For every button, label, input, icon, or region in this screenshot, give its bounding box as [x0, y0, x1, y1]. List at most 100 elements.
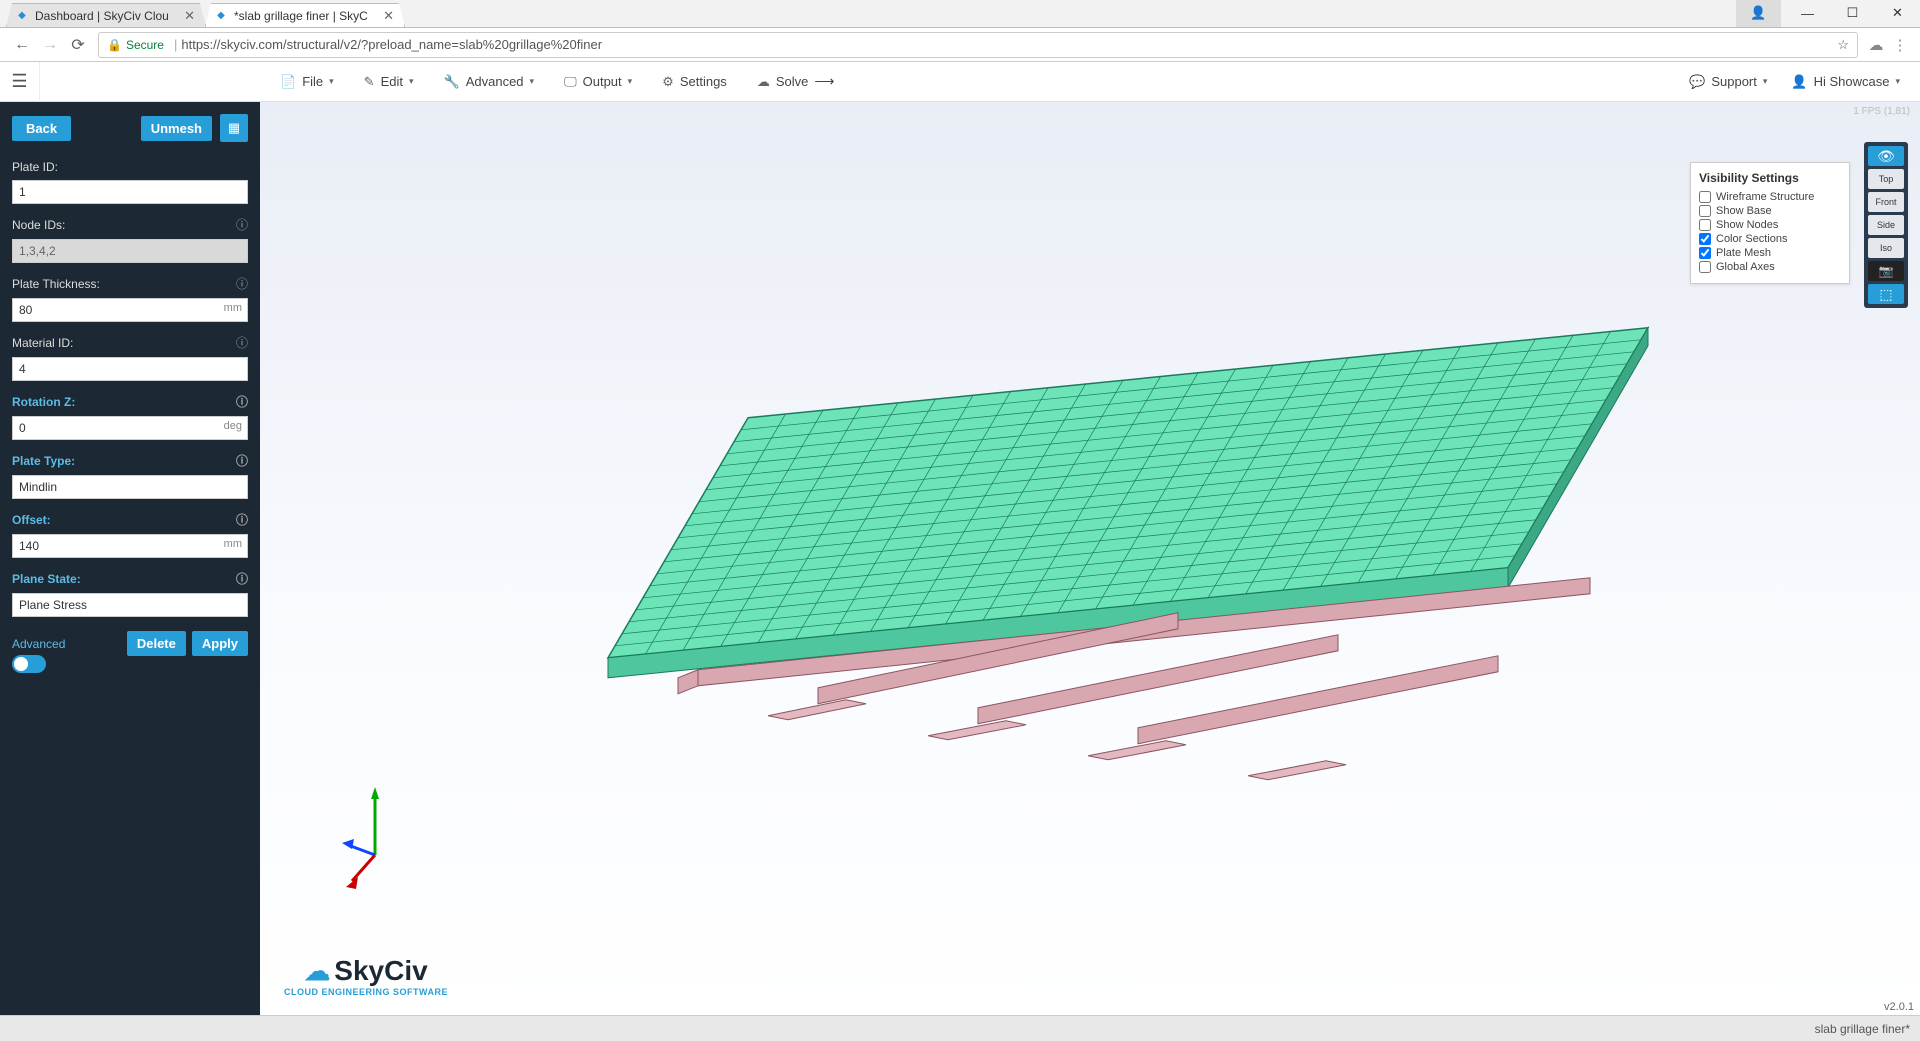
- reload-icon[interactable]: ⟳: [64, 31, 92, 59]
- filename-label: slab grillage finer*: [1815, 1022, 1910, 1036]
- axes-gizmo: [340, 785, 410, 895]
- hamburger-icon[interactable]: ☰: [0, 62, 40, 102]
- visibility-title: Visibility Settings: [1699, 171, 1841, 185]
- close-window-icon[interactable]: ✕: [1875, 0, 1920, 27]
- plate-id-select[interactable]: 1: [12, 180, 248, 204]
- brand-text: SkyCiv: [334, 955, 427, 987]
- cloud-icon: ☁: [757, 74, 770, 90]
- plane-state-label: Plane State:ⓘ: [12, 570, 248, 587]
- url-input[interactable]: 🔒 Secure | https://skyciv.com/structural…: [98, 32, 1858, 58]
- close-icon[interactable]: ✕: [381, 8, 396, 24]
- info-icon[interactable]: ⓘ: [236, 570, 248, 587]
- offset-input[interactable]: [12, 534, 248, 558]
- monitor-icon: 🖵: [564, 74, 577, 90]
- menu-file[interactable]: 📄File▾: [280, 73, 334, 90]
- advanced-toggle[interactable]: [12, 655, 46, 673]
- menu-support[interactable]: 💬Support▾: [1689, 74, 1767, 90]
- menu-edit[interactable]: ✎Edit▾: [364, 73, 414, 90]
- arrow-right-icon: ⟶: [814, 73, 834, 90]
- extension-icon[interactable]: ☁: [1864, 33, 1888, 57]
- menu-solve[interactable]: ☁Solve⟶: [757, 73, 835, 90]
- viewport[interactable]: 1 FPS (1,81): [260, 102, 1920, 1015]
- apply-button[interactable]: Apply: [192, 631, 248, 656]
- url-text: https://skyciv.com/structural/v2/?preloa…: [181, 37, 602, 52]
- checkbox[interactable]: [1699, 219, 1711, 231]
- forward-icon[interactable]: →: [36, 31, 64, 59]
- unit-label: mm: [224, 538, 242, 550]
- view-front[interactable]: Front: [1868, 192, 1904, 212]
- menu-user[interactable]: 👤Hi Showcase▾: [1791, 74, 1900, 90]
- checkbox[interactable]: [1699, 247, 1711, 259]
- grid-icon[interactable]: ▦: [220, 114, 248, 142]
- plane-state-select[interactable]: Plane Stress: [12, 593, 248, 617]
- info-icon[interactable]: ⓘ: [236, 511, 248, 528]
- menu-output[interactable]: 🖵Output▾: [564, 73, 632, 90]
- model-render: [538, 267, 1688, 787]
- sidebar: Back Unmesh ▦ Plate ID: 1 Node IDs:ⓘ Pla…: [0, 102, 260, 1015]
- checkbox[interactable]: [1699, 205, 1711, 217]
- back-button[interactable]: Back: [12, 116, 71, 141]
- menu-dots-icon[interactable]: ⋮: [1888, 33, 1912, 57]
- unmesh-button[interactable]: Unmesh: [141, 116, 212, 141]
- material-input[interactable]: [12, 357, 248, 381]
- tab-title: *slab grillage finer | SkyC: [234, 9, 368, 23]
- cloud-icon: ☁: [304, 956, 330, 987]
- camera-icon[interactable]: 📷: [1868, 261, 1904, 281]
- star-icon[interactable]: ☆: [1837, 37, 1849, 53]
- rotation-input[interactable]: [12, 416, 248, 440]
- menu-advanced[interactable]: 🔧Advanced▾: [444, 73, 535, 90]
- eye-icon[interactable]: 👁: [1868, 146, 1904, 166]
- visibility-item[interactable]: Color Sections: [1699, 233, 1841, 245]
- gear-icon: ⚙: [662, 74, 674, 90]
- advanced-link[interactable]: Advanced: [12, 637, 65, 651]
- chevron-down-icon: ▾: [409, 76, 414, 87]
- visibility-label: Show Nodes: [1716, 219, 1778, 231]
- view-side[interactable]: Side: [1868, 215, 1904, 235]
- info-icon[interactable]: ⓘ: [236, 452, 248, 469]
- checkbox[interactable]: [1699, 233, 1711, 245]
- info-icon[interactable]: ⓘ: [236, 275, 248, 292]
- view-top[interactable]: Top: [1868, 169, 1904, 189]
- user-icon: 👤: [1791, 74, 1807, 90]
- checkbox[interactable]: [1699, 261, 1711, 273]
- main-area: Back Unmesh ▦ Plate ID: 1 Node IDs:ⓘ Pla…: [0, 102, 1920, 1015]
- visibility-label: Wireframe Structure: [1716, 191, 1814, 203]
- visibility-item[interactable]: Global Axes: [1699, 261, 1841, 273]
- favicon-icon: ◆: [15, 9, 29, 23]
- back-icon[interactable]: ←: [8, 31, 36, 59]
- visibility-item[interactable]: Show Nodes: [1699, 219, 1841, 231]
- logo-tagline: CLOUD ENGINEERING SOFTWARE: [284, 987, 448, 997]
- thickness-input[interactable]: [12, 298, 248, 322]
- node-ids-label: Node IDs:ⓘ: [12, 216, 248, 233]
- cube-icon[interactable]: ⬚: [1868, 284, 1904, 304]
- chevron-down-icon: ▾: [530, 76, 535, 87]
- unit-label: deg: [224, 420, 242, 432]
- info-icon[interactable]: ⓘ: [236, 216, 248, 233]
- maximize-icon[interactable]: ☐: [1830, 0, 1875, 27]
- unit-label: mm: [224, 302, 242, 314]
- minimize-icon[interactable]: —: [1785, 0, 1830, 27]
- visibility-label: Color Sections: [1716, 233, 1788, 245]
- plate-id-label: Plate ID:: [12, 160, 248, 174]
- plate-type-select[interactable]: Mindlin: [12, 475, 248, 499]
- visibility-panel: Visibility Settings Wireframe Structure S…: [1690, 162, 1850, 284]
- close-icon[interactable]: ✕: [182, 8, 197, 24]
- visibility-item[interactable]: Wireframe Structure: [1699, 191, 1841, 203]
- chat-icon: 💬: [1689, 74, 1705, 90]
- visibility-item[interactable]: Show Base: [1699, 205, 1841, 217]
- user-icon[interactable]: 👤: [1736, 0, 1781, 27]
- view-buttons: 👁 Top Front Side Iso 📷 ⬚: [1864, 142, 1908, 308]
- browser-tab[interactable]: ◆ Dashboard | SkyCiv Clou ✕: [6, 3, 206, 27]
- app-toolbar: ☰ 📄File▾ ✎Edit▾ 🔧Advanced▾ 🖵Output▾ ⚙Set…: [0, 62, 1920, 102]
- version-label: v2.0.1: [1884, 1001, 1914, 1013]
- checkbox[interactable]: [1699, 191, 1711, 203]
- visibility-item[interactable]: Plate Mesh: [1699, 247, 1841, 259]
- delete-button[interactable]: Delete: [127, 631, 186, 656]
- browser-tab[interactable]: ◆ *slab grillage finer | SkyC ✕: [205, 3, 405, 27]
- plate-type-label: Plate Type:ⓘ: [12, 452, 248, 469]
- view-iso[interactable]: Iso: [1868, 238, 1904, 258]
- info-icon[interactable]: ⓘ: [236, 334, 248, 351]
- menu-settings[interactable]: ⚙Settings: [662, 73, 727, 90]
- lock-icon: 🔒 Secure: [107, 38, 164, 52]
- info-icon[interactable]: ⓘ: [236, 393, 248, 410]
